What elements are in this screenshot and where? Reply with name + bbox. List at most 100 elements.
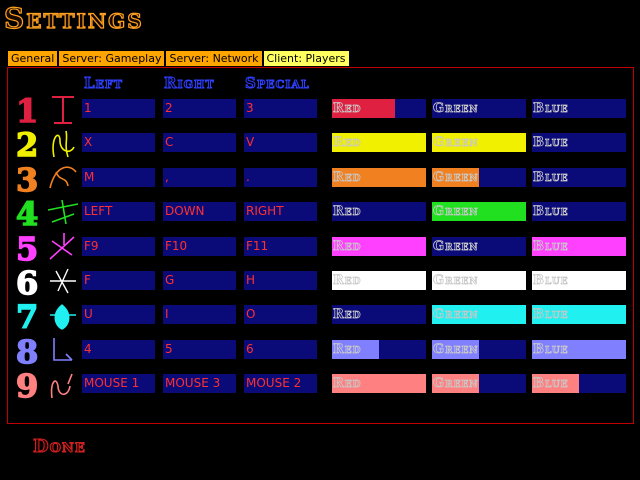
player-number-label: 4 <box>15 194 39 234</box>
color-slider-green[interactable]: Green <box>432 237 526 256</box>
color-slider-label: Blue <box>533 376 569 392</box>
player-glyph-icon <box>46 231 80 263</box>
color-slider-label: Red <box>333 376 362 392</box>
key-left-field[interactable]: M <box>82 168 155 187</box>
key-right-field[interactable]: 2 <box>163 99 236 118</box>
key-left-field[interactable]: LEFT <box>82 202 155 221</box>
tab-server-gameplay[interactable]: Server: Gameplay <box>58 50 166 67</box>
player-glyph-icon <box>46 196 80 228</box>
key-right-field[interactable]: MOUSE 3 <box>163 374 236 393</box>
color-slider-red[interactable]: Red <box>332 99 426 118</box>
color-slider-label: Blue <box>533 170 569 186</box>
color-slider-green[interactable]: Green <box>432 305 526 324</box>
key-special-field[interactable]: 3 <box>244 99 317 118</box>
color-slider-label: Red <box>333 342 362 358</box>
player-number: 9 <box>15 366 39 406</box>
color-slider-red[interactable]: Red <box>332 340 426 359</box>
player-number-label: 7 <box>15 297 39 337</box>
color-slider-red[interactable]: Red <box>332 168 426 187</box>
player-glyph-icon <box>46 334 80 366</box>
color-slider-label: Green <box>433 307 479 323</box>
color-slider-blue[interactable]: Blue <box>532 305 626 324</box>
color-slider-label: Green <box>433 273 479 289</box>
color-slider-label: Green <box>433 101 479 117</box>
player-glyph-icon <box>46 162 80 194</box>
color-slider-blue[interactable]: Blue <box>532 133 626 152</box>
color-slider-green[interactable]: Green <box>432 202 526 221</box>
player-number: 8 <box>15 332 39 372</box>
key-left-field[interactable]: 1 <box>82 99 155 118</box>
key-right-field[interactable]: DOWN <box>163 202 236 221</box>
color-slider-label: Green <box>433 376 479 392</box>
color-slider-green[interactable]: Green <box>432 271 526 290</box>
color-slider-label: Blue <box>533 273 569 289</box>
color-slider-green[interactable]: Green <box>432 133 526 152</box>
key-special-field[interactable]: MOUSE 2 <box>244 374 317 393</box>
color-slider-blue[interactable]: Blue <box>532 202 626 221</box>
color-slider-label: Blue <box>533 101 569 117</box>
key-right-field[interactable]: 5 <box>163 340 236 359</box>
color-slider-red[interactable]: Red <box>332 305 426 324</box>
player-number-label: 2 <box>15 125 39 165</box>
color-slider-green[interactable]: Green <box>432 374 526 393</box>
color-slider-blue[interactable]: Blue <box>532 237 626 256</box>
color-slider-blue[interactable]: Blue <box>532 99 626 118</box>
page-title: Settings <box>3 1 144 35</box>
key-right-field[interactable]: , <box>163 168 236 187</box>
color-slider-label: Blue <box>533 342 569 358</box>
done-button[interactable]: Done <box>32 435 86 457</box>
key-special-field[interactable]: F11 <box>244 237 317 256</box>
color-slider-label: Red <box>333 204 362 220</box>
color-slider-label: Red <box>333 273 362 289</box>
key-special-field[interactable]: . <box>244 168 317 187</box>
key-special-field[interactable]: O <box>244 305 317 324</box>
key-left-field[interactable]: 4 <box>82 340 155 359</box>
key-special-field[interactable]: 6 <box>244 340 317 359</box>
player-number: 2 <box>15 125 39 165</box>
key-right-field[interactable]: C <box>163 133 236 152</box>
key-special-field[interactable]: H <box>244 271 317 290</box>
color-slider-label: Red <box>333 239 362 255</box>
tab-general[interactable]: General <box>7 50 59 67</box>
color-slider-label: Blue <box>533 204 569 220</box>
color-slider-label: Green <box>433 342 479 358</box>
color-slider-label: Red <box>333 101 362 117</box>
player-number: 7 <box>15 297 39 337</box>
color-slider-blue[interactable]: Blue <box>532 168 626 187</box>
key-right-field[interactable]: F10 <box>163 237 236 256</box>
player-glyph-icon <box>46 265 80 297</box>
tab-client-players[interactable]: Client: Players <box>262 50 350 67</box>
color-slider-green[interactable]: Green <box>432 99 526 118</box>
player-number-label: 6 <box>15 263 39 303</box>
player-number-label: 8 <box>15 332 39 372</box>
color-slider-red[interactable]: Red <box>332 374 426 393</box>
color-slider-blue[interactable]: Blue <box>532 374 626 393</box>
player-glyph-icon <box>46 368 80 400</box>
key-left-field[interactable]: F <box>82 271 155 290</box>
color-slider-green[interactable]: Green <box>432 168 526 187</box>
color-slider-red[interactable]: Red <box>332 237 426 256</box>
key-left-field[interactable]: U <box>82 305 155 324</box>
player-glyph-icon <box>46 127 80 159</box>
player-number-label: 9 <box>15 366 39 406</box>
color-slider-red[interactable]: Red <box>332 202 426 221</box>
color-slider-label: Green <box>433 170 479 186</box>
color-slider-label: Green <box>433 135 479 151</box>
key-special-field[interactable]: V <box>244 133 317 152</box>
key-right-field[interactable]: G <box>163 271 236 290</box>
player-glyph-icon <box>46 93 80 125</box>
color-slider-red[interactable]: Red <box>332 271 426 290</box>
key-right-field[interactable]: I <box>163 305 236 324</box>
color-slider-label: Green <box>433 239 479 255</box>
key-left-field[interactable]: MOUSE 1 <box>82 374 155 393</box>
key-special-field[interactable]: RIGHT <box>244 202 317 221</box>
color-slider-blue[interactable]: Blue <box>532 340 626 359</box>
color-slider-label: Blue <box>533 307 569 323</box>
key-left-field[interactable]: X <box>82 133 155 152</box>
key-left-field[interactable]: F9 <box>82 237 155 256</box>
color-slider-red[interactable]: Red <box>332 133 426 152</box>
color-slider-green[interactable]: Green <box>432 340 526 359</box>
color-slider-label: Blue <box>533 135 569 151</box>
tab-server-network[interactable]: Server: Network <box>165 50 263 67</box>
color-slider-blue[interactable]: Blue <box>532 271 626 290</box>
